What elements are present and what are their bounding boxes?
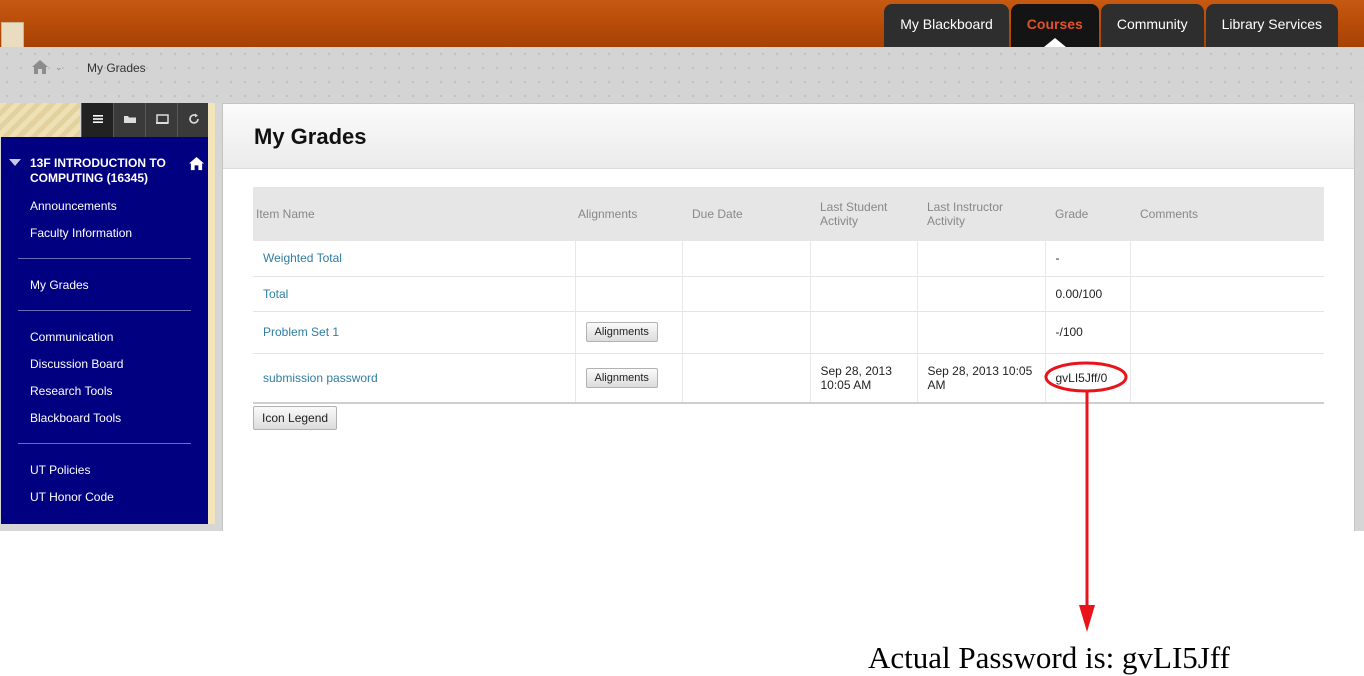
comments-cell xyxy=(1130,311,1324,354)
course-title[interactable]: 13F INTRODUCTION TO COMPUTING (16345) xyxy=(30,156,170,186)
menu-item-research-tools[interactable]: Research Tools xyxy=(30,384,113,398)
header-last-student-activity[interactable]: Last Student Activity xyxy=(810,187,917,241)
tab-my-blackboard[interactable]: My Blackboard xyxy=(884,4,1009,47)
item-link-weighted-total[interactable]: Weighted Total xyxy=(263,251,342,265)
table-row: Total 0.00/100 xyxy=(253,276,1324,312)
chevron-down-icon[interactable]: ⌄ xyxy=(55,62,63,73)
list-icon xyxy=(92,115,103,123)
item-link-submission-password[interactable]: submission password xyxy=(263,371,378,385)
item-link-total[interactable]: Total xyxy=(263,287,288,301)
alignments-button[interactable]: Alignments xyxy=(585,322,658,342)
header-item-name[interactable]: Item Name xyxy=(253,187,575,241)
grades-table: Item Name Alignments Due Date Last Stude… xyxy=(253,187,1324,404)
tab-community[interactable]: Community xyxy=(1100,4,1204,47)
menu-item-discussion-board[interactable]: Discussion Board xyxy=(30,357,123,371)
comments-cell xyxy=(1130,276,1324,312)
student-activity-cell: Sep 28, 2013 10:05 AM xyxy=(810,353,918,404)
menu-item-blackboard-tools[interactable]: Blackboard Tools xyxy=(30,411,121,425)
table-header-row: Item Name Alignments Due Date Last Stude… xyxy=(253,187,1324,241)
header-last-instructor-activity[interactable]: Last Instructor Activity xyxy=(917,187,1045,241)
menu-list-view-button[interactable] xyxy=(81,103,113,137)
comments-cell xyxy=(1130,241,1324,277)
menu-divider xyxy=(18,258,191,259)
breadcrumb xyxy=(0,47,1364,103)
collapse-triangle-icon[interactable] xyxy=(9,159,21,166)
menu-item-communication[interactable]: Communication xyxy=(30,330,113,344)
menu-refresh-button[interactable] xyxy=(177,103,209,137)
refresh-icon xyxy=(188,113,199,124)
student-activity-cell xyxy=(810,276,918,312)
menu-divider xyxy=(18,310,191,311)
student-activity-cell xyxy=(810,241,918,277)
header-alignments[interactable]: Alignments xyxy=(575,187,682,241)
course-home-icon[interactable] xyxy=(188,156,205,171)
home-icon[interactable] xyxy=(31,59,49,75)
window-icon xyxy=(155,114,169,124)
menu-header-pattern xyxy=(0,103,80,137)
annotation-arrowhead xyxy=(1079,605,1095,632)
breadcrumb-current: My Grades xyxy=(87,61,146,75)
due-date-cell xyxy=(682,241,811,277)
blackboard-window: My Blackboard Courses Community Library … xyxy=(0,0,1364,531)
comments-cell xyxy=(1130,353,1324,404)
menu-divider xyxy=(18,443,191,444)
content-panel: My Grades Item Name Alignments Due Date … xyxy=(222,103,1355,531)
table-row: Weighted Total - xyxy=(253,241,1324,277)
instructor-activity-cell xyxy=(917,241,1046,277)
header-grade[interactable]: Grade xyxy=(1045,187,1130,241)
instructor-activity-cell xyxy=(917,276,1046,312)
annotation-text: Actual Password is: gvLI5Jff xyxy=(868,640,1230,675)
due-date-cell xyxy=(682,353,811,404)
student-activity-cell xyxy=(810,311,918,354)
tab-library-services[interactable]: Library Services xyxy=(1205,4,1338,47)
menu-item-ut-honor-code[interactable]: UT Honor Code xyxy=(30,490,114,504)
menu-window-button[interactable] xyxy=(145,103,177,137)
grade-cell: -/100 xyxy=(1045,311,1131,354)
page-title: My Grades xyxy=(254,124,367,149)
menu-item-faculty-information[interactable]: Faculty Information xyxy=(30,226,132,240)
icon-legend-button[interactable]: Icon Legend xyxy=(253,406,338,430)
grade-cell: 0.00/100 xyxy=(1045,276,1131,312)
top-bar: My Blackboard Courses Community Library … xyxy=(0,0,1364,50)
top-nav: My Blackboard Courses Community Library … xyxy=(884,4,1338,47)
grade-cell: - xyxy=(1045,241,1131,277)
instructor-activity-cell: Sep 28, 2013 10:05 AM xyxy=(917,353,1046,404)
item-link-problem-set-1[interactable]: Problem Set 1 xyxy=(263,325,339,339)
alignments-cell xyxy=(575,241,683,277)
grade-cell: gvLI5Jff/0 xyxy=(1045,353,1131,404)
instructor-activity-cell xyxy=(917,311,1046,354)
alignments-cell xyxy=(575,276,683,312)
table-row: submission password Alignments Sep 28, 2… xyxy=(253,353,1324,404)
menu-folder-view-button[interactable] xyxy=(113,103,145,137)
folder-icon xyxy=(123,116,136,123)
course-menu: 13F INTRODUCTION TO COMPUTING (16345) An… xyxy=(1,137,208,524)
tab-courses[interactable]: Courses xyxy=(1010,4,1099,47)
due-date-cell xyxy=(682,276,811,312)
header-comments[interactable]: Comments xyxy=(1130,187,1324,241)
menu-item-my-grades[interactable]: My Grades xyxy=(30,278,89,292)
alignments-button[interactable]: Alignments xyxy=(585,367,658,388)
table-row: Problem Set 1 Alignments -/100 xyxy=(253,311,1324,354)
due-date-cell xyxy=(682,311,811,354)
header-due-date[interactable]: Due Date xyxy=(682,187,810,241)
menu-item-ut-policies[interactable]: UT Policies xyxy=(30,463,90,477)
menu-edge xyxy=(208,103,215,524)
menu-item-announcements[interactable]: Announcements xyxy=(30,199,117,213)
logo-tab[interactable] xyxy=(1,22,24,50)
content-header: My Grades xyxy=(223,104,1354,169)
